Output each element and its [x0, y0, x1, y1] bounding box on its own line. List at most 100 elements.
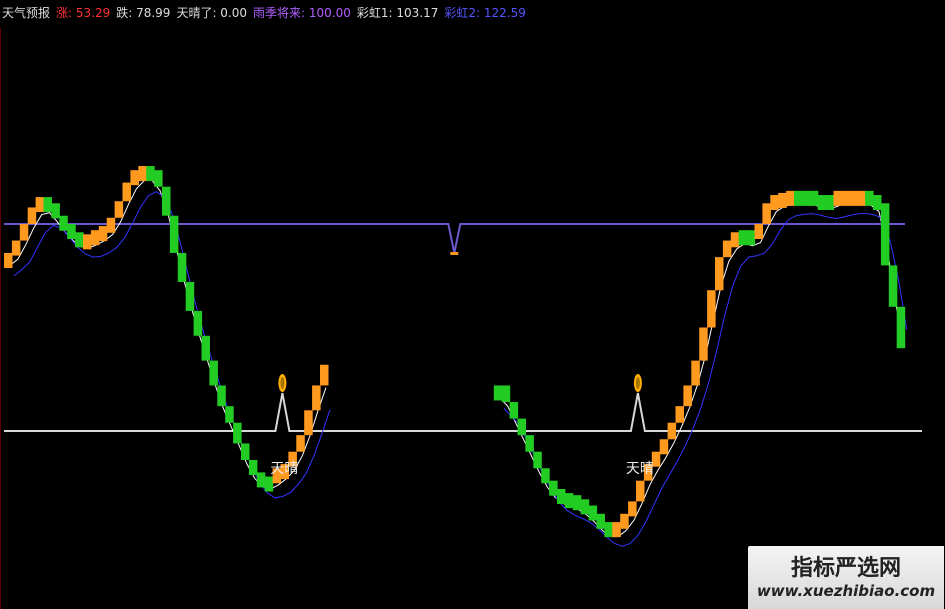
- signal-bar: [225, 406, 234, 423]
- signal-bar: [67, 224, 76, 239]
- signal-bar: [312, 385, 321, 411]
- signal-bar: [683, 385, 692, 407]
- signal-bar: [715, 257, 724, 291]
- signal-bar: [525, 435, 534, 452]
- signal-bar: [628, 501, 637, 517]
- signal-bar: [19, 224, 29, 241]
- signal-bar: [75, 232, 84, 248]
- signal-bar: [217, 385, 226, 407]
- signal-bar: [106, 217, 116, 233]
- signal-bar: [177, 252, 187, 282]
- signal-bar: [794, 190, 803, 206]
- signal-bar: [849, 190, 858, 206]
- indicator-header: 天气预报 涨: 53.29 跌: 78.99 天晴了: 0.00 雨季将来: 1…: [2, 4, 526, 22]
- signal-bar: [501, 385, 511, 403]
- signal-bar: [604, 522, 613, 538]
- signal-bar: [691, 360, 700, 386]
- reference-lines: [4, 223, 922, 432]
- signal-bar: [596, 513, 605, 529]
- signal-bar: [888, 265, 898, 307]
- signal-bar: [557, 488, 566, 504]
- signal-bar: [154, 170, 163, 187]
- signal-bar: [51, 203, 60, 219]
- signal-bar: [865, 190, 874, 206]
- rainbow1-line: [499, 202, 904, 538]
- watermark-url: www.xuezhibiao.com: [756, 582, 936, 600]
- indicator-title: 天气预报: [2, 6, 51, 20]
- signal-bar: [122, 182, 131, 202]
- signal-bar: [707, 290, 716, 328]
- rain-reference-line: [4, 223, 905, 254]
- signal-bar: [162, 186, 171, 216]
- signal-bar: [572, 495, 582, 511]
- signal-bar: [209, 360, 218, 386]
- signal-bar: [801, 190, 811, 206]
- header-item-rainbow2: 彩虹2: 122.59: [444, 6, 526, 20]
- signal-bar: [896, 306, 906, 349]
- watermark-title: 指标严选网: [790, 556, 901, 581]
- signal-bar: [620, 513, 629, 529]
- signal-bar: [817, 195, 827, 211]
- signal-markers: 天晴 天晴: [270, 374, 654, 477]
- signal-bar: [201, 335, 210, 361]
- signal-bar: [90, 230, 100, 246]
- signal-bar: [873, 195, 882, 211]
- signal-bar: [746, 230, 756, 246]
- signal-bar: [580, 499, 590, 515]
- signal-bar: [857, 190, 866, 206]
- signal-bar: [114, 201, 124, 218]
- signal-bar: [193, 310, 203, 336]
- signal-bar: [304, 410, 313, 436]
- signal-bar: [241, 443, 250, 460]
- header-item-rainbow1: 彩虹1: 103.17: [356, 6, 439, 20]
- signal-bar: [841, 190, 850, 206]
- signal-bar: [138, 166, 147, 182]
- signal-bar: [786, 190, 795, 206]
- signal-bar: [833, 190, 842, 206]
- signal-bar: [146, 166, 155, 182]
- watermark-box: 指标严选网 www.xuezhibiao.com: [748, 546, 944, 609]
- signal-bar: [11, 240, 21, 256]
- signal-bar: [35, 197, 45, 213]
- signal-bar: [98, 226, 108, 242]
- signal-bar: [185, 281, 195, 311]
- signal-bar: [659, 439, 669, 455]
- signal-bar: [722, 240, 732, 258]
- signal-bar: [509, 402, 519, 419]
- signal-bar: [825, 195, 835, 211]
- signal-bar: [541, 468, 550, 484]
- signal-bar: [730, 232, 740, 248]
- signal-bar: [699, 327, 708, 361]
- signal-bar: [296, 435, 305, 452]
- header-item-rain: 雨季将来: 100.00: [253, 6, 351, 20]
- signal-bar: [564, 493, 574, 509]
- dip-marker: [450, 251, 459, 255]
- signal-bar: [256, 472, 266, 488]
- clear-reference-line: [4, 392, 922, 432]
- signal-bar: [517, 418, 526, 436]
- signal-bar: [754, 224, 763, 239]
- sun-marker-core: [635, 377, 640, 389]
- signal-bar: [83, 234, 92, 250]
- signal-bars: [4, 166, 906, 538]
- signal-bar: [770, 195, 779, 211]
- signal-bar: [43, 197, 52, 213]
- header-item-rise: 涨: 53.29: [56, 6, 111, 20]
- indicator-chart: 天晴 天晴: [0, 28, 922, 609]
- signal-bar: [533, 451, 542, 469]
- signal-label: 天晴: [626, 461, 654, 477]
- signal-bar: [169, 215, 179, 253]
- signal-bar: [248, 459, 258, 475]
- signal-bar: [778, 192, 787, 208]
- signal-bar: [809, 190, 819, 206]
- signal-bar: [59, 215, 68, 231]
- signal-bar: [880, 203, 890, 266]
- signal-bar: [675, 406, 684, 423]
- header-item-fall: 跌: 78.99: [116, 6, 171, 20]
- sun-marker-core: [280, 377, 285, 389]
- signal-bar: [762, 203, 771, 224]
- signal-bar: [130, 170, 139, 186]
- signal-bar: [4, 252, 13, 268]
- signal-bar: [27, 207, 37, 224]
- signal-label: 天晴: [270, 461, 298, 477]
